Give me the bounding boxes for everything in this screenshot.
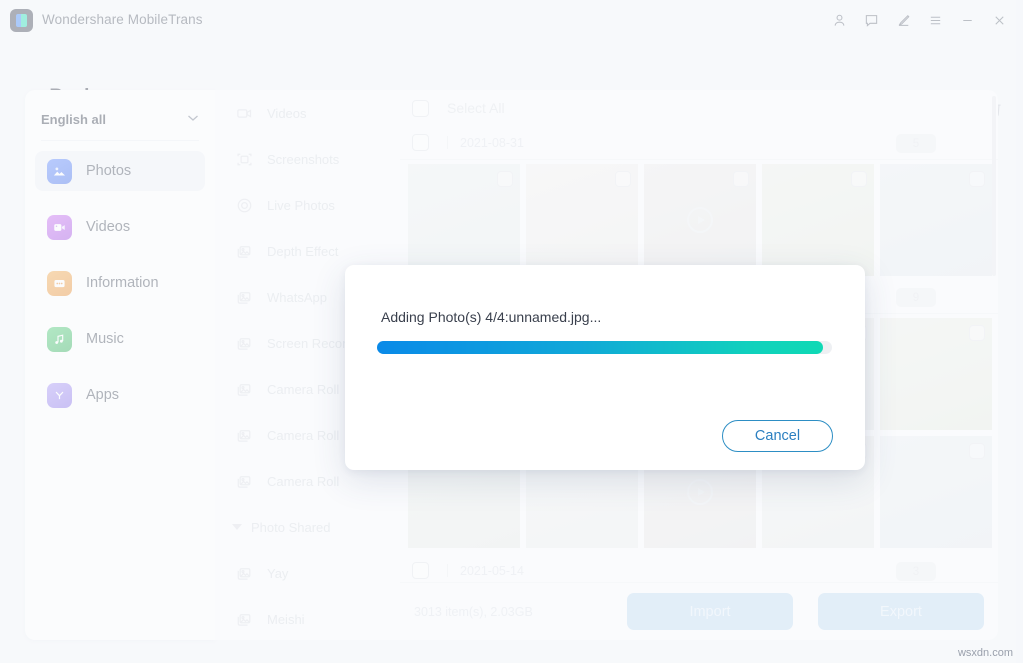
progress-bar-track — [377, 341, 832, 354]
progress-dialog: Adding Photo(s) 4/4:unnamed.jpg... Cance… — [345, 265, 865, 470]
watermark: wsxdn.com — [957, 647, 1013, 659]
cancel-button[interactable]: Cancel — [722, 420, 833, 452]
app-window: Wondershare MobileTrans — [0, 0, 1023, 663]
progress-message: Adding Photo(s) 4/4:unnamed.jpg... — [381, 309, 602, 325]
progress-bar-fill — [377, 341, 823, 354]
